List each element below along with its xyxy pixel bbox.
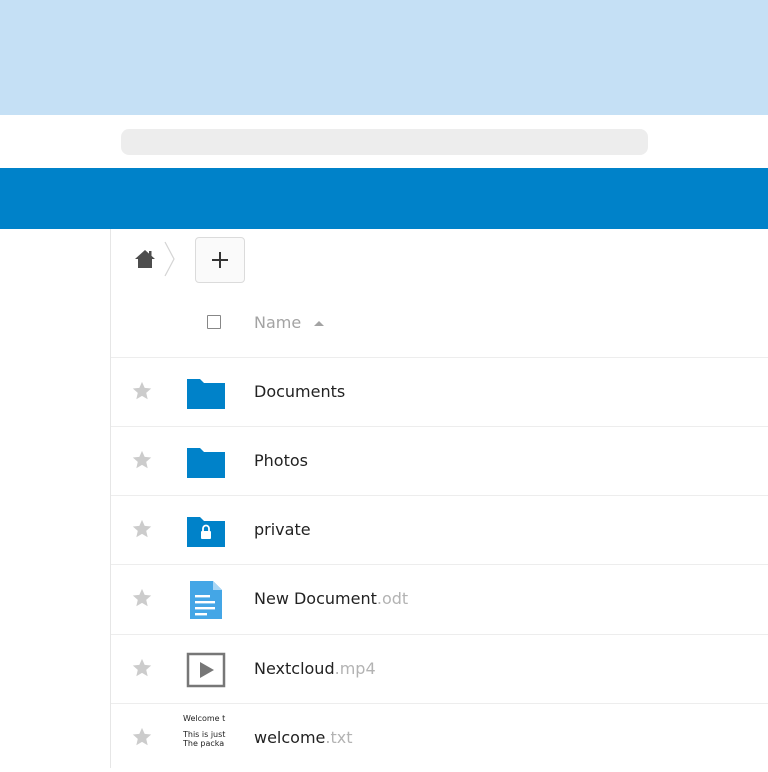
- star-icon[interactable]: [131, 657, 153, 679]
- file-row[interactable]: Nextcloud.mp4: [111, 634, 768, 703]
- file-row[interactable]: New Document.odt: [111, 564, 768, 633]
- file-name[interactable]: welcome.txt: [254, 728, 353, 747]
- select-all-checkbox[interactable]: [207, 315, 221, 329]
- folder-icon[interactable]: [185, 442, 227, 482]
- folder-icon[interactable]: [185, 373, 227, 413]
- file-name[interactable]: New Document.odt: [254, 589, 408, 608]
- preview-line: This is just: [183, 730, 226, 739]
- file-row[interactable]: Photos: [111, 426, 768, 495]
- text-preview-thumbnail[interactable]: Welcome t This is just The packa: [183, 714, 229, 760]
- preview-line: Welcome t: [183, 714, 226, 723]
- new-file-button[interactable]: [195, 237, 245, 283]
- app-header: [0, 168, 768, 377]
- video-icon[interactable]: [185, 650, 227, 690]
- file-name[interactable]: Nextcloud.mp4: [254, 659, 376, 678]
- star-icon[interactable]: [131, 449, 153, 471]
- breadcrumb-separator-icon: [164, 241, 175, 277]
- file-name[interactable]: private: [254, 520, 311, 539]
- file-row[interactable]: Documents: [111, 357, 768, 426]
- document-icon[interactable]: [185, 580, 227, 620]
- image-icon[interactable]: [7, 357, 31, 377]
- star-icon[interactable]: [131, 380, 153, 402]
- file-row[interactable]: private: [111, 495, 768, 564]
- file-row[interactable]: Welcome t This is just The packa welcome…: [111, 703, 768, 772]
- sort-ascending-icon[interactable]: [313, 319, 325, 327]
- preview-line: The packa: [183, 739, 225, 748]
- top-banner: [0, 0, 768, 115]
- home-icon[interactable]: [134, 248, 156, 270]
- star-icon[interactable]: [131, 726, 153, 748]
- address-area: [0, 115, 768, 168]
- search-bar[interactable]: [121, 129, 648, 155]
- star-icon[interactable]: [131, 587, 153, 609]
- name-column-header[interactable]: Name: [254, 313, 301, 332]
- locked-folder-icon[interactable]: [185, 511, 227, 551]
- plus-icon: [212, 252, 228, 268]
- star-icon[interactable]: [131, 518, 153, 540]
- file-name[interactable]: Photos: [254, 451, 308, 470]
- file-name[interactable]: Documents: [254, 382, 345, 401]
